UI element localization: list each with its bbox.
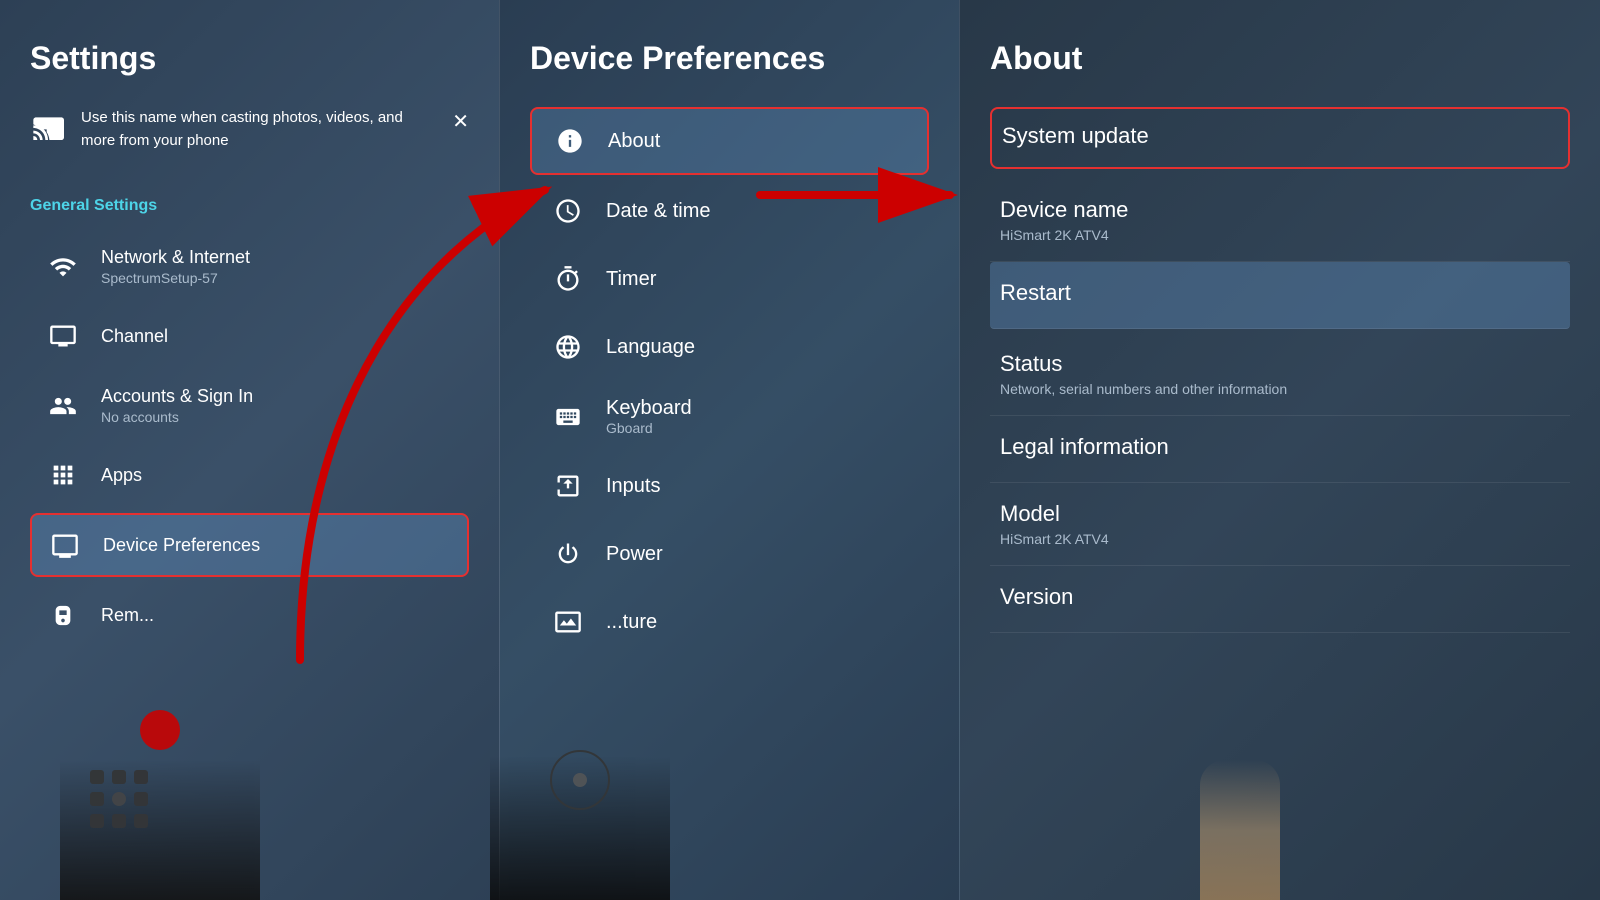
pref-item-picture[interactable]: ...ture: [530, 590, 929, 654]
device-name-subtitle: HiSmart 2K ATV4: [1000, 227, 1560, 243]
pref-keyboard-subtitle: Gboard: [606, 420, 692, 436]
accounts-content: Accounts & Sign In No accounts: [101, 386, 253, 425]
power-icon: [550, 536, 586, 572]
pref-picture-title: ...ture: [606, 611, 657, 634]
settings-item-network[interactable]: Network & Internet SpectrumSetup-57: [30, 235, 469, 298]
keyboard-icon: [550, 399, 586, 435]
cast-hint-row: Use this name when casting photos, video…: [30, 107, 469, 172]
settings-item-apps[interactable]: Apps: [30, 445, 469, 505]
pref-item-timer[interactable]: Timer: [530, 247, 929, 311]
accounts-icon: [45, 388, 81, 424]
picture-icon: [550, 604, 586, 640]
pref-item-inputs[interactable]: Inputs: [530, 454, 929, 518]
about-item-legal[interactable]: Legal information: [990, 416, 1570, 483]
network-subtitle: SpectrumSetup-57: [101, 270, 250, 286]
apps-icon: [45, 457, 81, 493]
language-icon: [550, 329, 586, 365]
version-title: Version: [1000, 584, 1560, 610]
info-icon: [552, 123, 588, 159]
settings-item-remote[interactable]: Rem...: [30, 585, 469, 645]
channel-content: Channel: [101, 326, 168, 347]
pref-item-language[interactable]: Language: [530, 315, 929, 379]
model-title: Model: [1000, 501, 1560, 527]
device-name-title: Device name: [1000, 197, 1560, 223]
legal-title: Legal information: [1000, 434, 1560, 460]
pref-item-keyboard[interactable]: Keyboard Gboard: [530, 383, 929, 450]
remote-content: Rem...: [101, 605, 154, 626]
settings-title: Settings: [30, 40, 469, 77]
cast-hint-text: Use this name when casting photos, video…: [81, 107, 437, 152]
pref-inputs-title: Inputs: [606, 475, 660, 498]
close-button[interactable]: ✕: [452, 109, 469, 134]
monitor-icon: [47, 527, 83, 563]
about-item-device-name[interactable]: Device name HiSmart 2K ATV4: [990, 179, 1570, 262]
about-item-status[interactable]: Status Network, serial numbers and other…: [990, 333, 1570, 416]
wifi-icon: [45, 249, 81, 285]
about-title: About: [990, 40, 1570, 77]
pref-item-datetime[interactable]: Date & time: [530, 179, 929, 243]
clock-icon: [550, 193, 586, 229]
network-content: Network & Internet SpectrumSetup-57: [101, 247, 250, 286]
status-subtitle: Network, serial numbers and other inform…: [1000, 381, 1560, 397]
pref-timer-title: Timer: [606, 268, 656, 291]
about-item-version[interactable]: Version: [990, 566, 1570, 633]
pref-item-about[interactable]: About: [530, 107, 929, 175]
tv-icon: [45, 318, 81, 354]
about-item-system-update[interactable]: System update: [990, 107, 1570, 169]
pref-item-power[interactable]: Power: [530, 522, 929, 586]
apps-title: Apps: [101, 465, 142, 486]
model-subtitle: HiSmart 2K ATV4: [1000, 531, 1560, 547]
settings-item-channel[interactable]: Channel: [30, 306, 469, 366]
about-panel: About System update Device name HiSmart …: [960, 0, 1600, 900]
device-preferences-title: Device Preferences: [530, 40, 929, 77]
remote-title: Rem...: [101, 605, 154, 626]
remote-icon: [45, 597, 81, 633]
accounts-title: Accounts & Sign In: [101, 386, 253, 407]
settings-item-accounts[interactable]: Accounts & Sign In No accounts: [30, 374, 469, 437]
device-prefs-content: Device Preferences: [103, 535, 260, 556]
pref-keyboard-title: Keyboard: [606, 397, 692, 420]
restart-title: Restart: [1000, 280, 1560, 306]
keyboard-content: Keyboard Gboard: [606, 397, 692, 436]
network-title: Network & Internet: [101, 247, 250, 268]
system-update-title: System update: [1002, 123, 1558, 149]
status-title: Status: [1000, 351, 1560, 377]
channel-title: Channel: [101, 326, 168, 347]
cast-icon: [30, 110, 66, 146]
settings-item-device-prefs[interactable]: Device Preferences: [30, 513, 469, 577]
pref-power-title: Power: [606, 543, 663, 566]
device-prefs-title: Device Preferences: [103, 535, 260, 556]
timer-icon: [550, 261, 586, 297]
general-settings-label: General Settings: [30, 197, 469, 215]
about-item-restart[interactable]: Restart: [990, 262, 1570, 329]
pref-datetime-title: Date & time: [606, 200, 710, 223]
pref-about-title: About: [608, 130, 660, 153]
apps-content: Apps: [101, 465, 142, 486]
pref-language-title: Language: [606, 336, 695, 359]
accounts-subtitle: No accounts: [101, 409, 253, 425]
about-item-model[interactable]: Model HiSmart 2K ATV4: [990, 483, 1570, 566]
inputs-icon: [550, 468, 586, 504]
